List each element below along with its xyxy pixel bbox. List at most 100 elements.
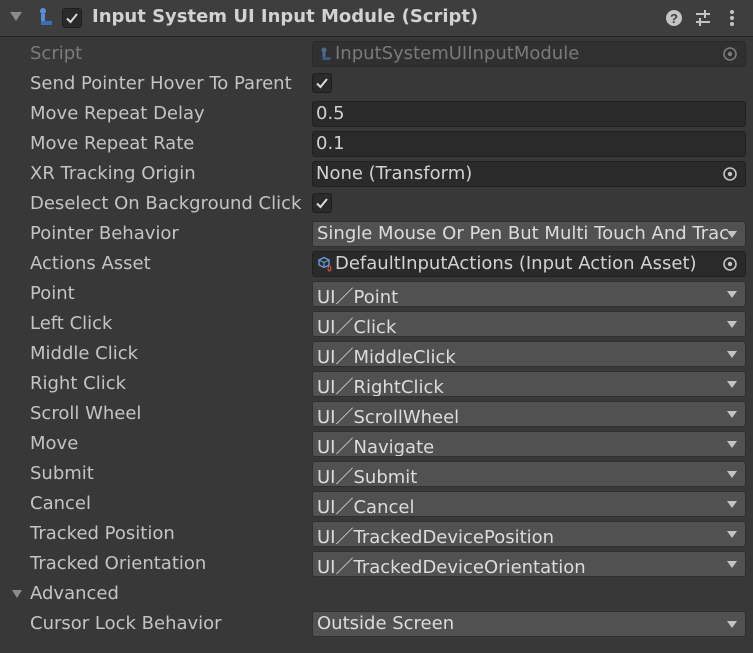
component-title: Input System UI Input Module (Script) bbox=[92, 6, 479, 27]
row-scroll-wheel: Scroll Wheel UI／ScrollWheel bbox=[0, 399, 753, 429]
cursor-lock-behavior-dropdown[interactable]: Outside Screen bbox=[312, 611, 746, 637]
presets-icon[interactable] bbox=[693, 8, 713, 28]
foldout-arrow-icon[interactable] bbox=[10, 12, 22, 21]
chevron-down-icon bbox=[727, 321, 737, 328]
checkmark-icon bbox=[66, 13, 78, 24]
actions-asset-label: Actions Asset bbox=[30, 253, 151, 274]
pointer-behavior-value: Single Mouse Or Pen But Multi Touch And … bbox=[317, 223, 729, 244]
script-label: Script bbox=[30, 43, 83, 64]
advanced-foldout[interactable]: Advanced bbox=[0, 579, 753, 609]
row-send-pointer-hover: Send Pointer Hover To Parent bbox=[0, 69, 753, 99]
move-repeat-delay-value: 0.5 bbox=[316, 103, 345, 124]
script-field: InputSystemUIInputModule bbox=[312, 41, 746, 67]
chevron-down-icon bbox=[727, 441, 737, 448]
xr-tracking-origin-value: None (Transform) bbox=[316, 163, 473, 184]
tracked-orientation-dropdown[interactable]: UI／TrackedDeviceOrientation bbox=[312, 551, 746, 577]
row-move: Move UI／Navigate bbox=[0, 429, 753, 459]
row-deselect-on-background-click: Deselect On Background Click bbox=[0, 189, 753, 219]
submit-value: UI／Submit bbox=[317, 467, 418, 487]
row-pointer-behavior: Pointer Behavior Single Mouse Or Pen But… bbox=[0, 219, 753, 249]
row-tracked-orientation: Tracked Orientation UI／TrackedDeviceOrie… bbox=[0, 549, 753, 579]
move-repeat-rate-input[interactable]: 0.1 bbox=[312, 131, 746, 157]
row-left-click: Left Click UI／Click bbox=[0, 309, 753, 339]
right-click-dropdown[interactable]: UI／RightClick bbox=[312, 371, 746, 397]
checkmark-icon bbox=[316, 198, 328, 209]
chevron-down-icon bbox=[727, 561, 737, 568]
script-icon bbox=[321, 47, 331, 60]
row-move-repeat-delay: Move Repeat Delay 0.5 bbox=[0, 99, 753, 129]
row-cursor-lock-behavior: Cursor Lock Behavior Outside Screen bbox=[0, 609, 753, 639]
script-value: InputSystemUIInputModule bbox=[335, 43, 580, 64]
row-tracked-position: Tracked Position UI／TrackedDevicePositio… bbox=[0, 519, 753, 549]
component-header: Input System UI Input Module (Script) ? bbox=[0, 0, 753, 37]
right-click-value: UI／RightClick bbox=[317, 377, 444, 397]
object-picker-icon[interactable] bbox=[721, 165, 739, 183]
cancel-value: UI／Cancel bbox=[317, 497, 415, 517]
cursor-lock-behavior-label: Cursor Lock Behavior bbox=[30, 613, 222, 634]
scroll-wheel-value: UI／ScrollWheel bbox=[317, 407, 460, 427]
move-label: Move bbox=[30, 433, 79, 454]
object-picker-icon[interactable] bbox=[721, 255, 739, 273]
script-icon bbox=[40, 8, 52, 25]
pointer-behavior-label: Pointer Behavior bbox=[30, 223, 179, 244]
point-dropdown[interactable]: UI／Point bbox=[312, 281, 746, 307]
send-pointer-hover-checkbox[interactable] bbox=[312, 73, 332, 93]
row-actions-asset: Actions Asset 0 DefaultInputActions (Inp… bbox=[0, 249, 753, 279]
chevron-down-icon bbox=[727, 291, 737, 298]
tracked-position-label: Tracked Position bbox=[30, 523, 175, 544]
move-repeat-rate-label: Move Repeat Rate bbox=[30, 133, 195, 154]
foldout-arrow-icon[interactable] bbox=[12, 590, 22, 598]
row-xr-tracking-origin: XR Tracking Origin None (Transform) bbox=[0, 159, 753, 189]
advanced-label[interactable]: Advanced bbox=[30, 583, 119, 604]
middle-click-value: UI／MiddleClick bbox=[317, 347, 456, 367]
component-enabled-checkbox[interactable] bbox=[62, 8, 82, 28]
send-pointer-hover-label: Send Pointer Hover To Parent bbox=[30, 73, 292, 94]
cursor-lock-behavior-value: Outside Screen bbox=[317, 613, 455, 634]
actions-asset-value: DefaultInputActions (Input Action Asset) bbox=[335, 253, 697, 274]
middle-click-dropdown[interactable]: UI／MiddleClick bbox=[312, 341, 746, 367]
tracked-position-value: UI／TrackedDevicePosition bbox=[317, 527, 555, 547]
move-dropdown[interactable]: UI／Navigate bbox=[312, 431, 746, 457]
tracked-orientation-value: UI／TrackedDeviceOrientation bbox=[317, 557, 586, 577]
chevron-down-icon bbox=[727, 531, 737, 538]
checkmark-icon bbox=[316, 78, 328, 89]
more-options-icon[interactable] bbox=[722, 8, 742, 28]
chevron-down-icon bbox=[727, 471, 737, 478]
object-picker-icon[interactable] bbox=[721, 45, 739, 63]
chevron-down-icon bbox=[727, 501, 737, 508]
row-point: Point UI／Point bbox=[0, 279, 753, 309]
row-cancel: Cancel UI／Cancel bbox=[0, 489, 753, 519]
pointer-behavior-dropdown[interactable]: Single Mouse Or Pen But Multi Touch And … bbox=[312, 221, 746, 247]
chevron-down-icon bbox=[727, 621, 737, 628]
left-click-dropdown[interactable]: UI／Click bbox=[312, 311, 746, 337]
left-click-label: Left Click bbox=[30, 313, 113, 334]
move-repeat-rate-value: 0.1 bbox=[316, 133, 345, 154]
cancel-label: Cancel bbox=[30, 493, 91, 514]
xr-tracking-origin-label: XR Tracking Origin bbox=[30, 163, 196, 184]
left-click-value: UI／Click bbox=[317, 317, 397, 337]
deselect-on-background-click-checkbox[interactable] bbox=[312, 193, 332, 213]
point-value: UI／Point bbox=[317, 287, 399, 307]
submit-label: Submit bbox=[30, 463, 94, 484]
scroll-wheel-label: Scroll Wheel bbox=[30, 403, 142, 424]
submit-dropdown[interactable]: UI／Submit bbox=[312, 461, 746, 487]
move-value: UI／Navigate bbox=[317, 437, 435, 457]
row-submit: Submit UI／Submit bbox=[0, 459, 753, 489]
tracked-position-dropdown[interactable]: UI／TrackedDevicePosition bbox=[312, 521, 746, 547]
tracked-orientation-label: Tracked Orientation bbox=[30, 553, 207, 574]
actions-asset-field[interactable]: 0 DefaultInputActions (Input Action Asse… bbox=[312, 251, 746, 277]
scroll-wheel-dropdown[interactable]: UI／ScrollWheel bbox=[312, 401, 746, 427]
row-middle-click: Middle Click UI／MiddleClick bbox=[0, 339, 753, 369]
chevron-down-icon bbox=[727, 231, 737, 238]
svg-text:?: ? bbox=[670, 11, 678, 26]
right-click-label: Right Click bbox=[30, 373, 127, 394]
help-icon[interactable]: ? bbox=[664, 8, 684, 28]
move-repeat-delay-label: Move Repeat Delay bbox=[30, 103, 205, 124]
svg-text:0: 0 bbox=[327, 265, 332, 273]
row-right-click: Right Click UI／RightClick bbox=[0, 369, 753, 399]
move-repeat-delay-input[interactable]: 0.5 bbox=[312, 101, 746, 127]
cancel-dropdown[interactable]: UI／Cancel bbox=[312, 491, 746, 517]
chevron-down-icon bbox=[727, 351, 737, 358]
xr-tracking-origin-field[interactable]: None (Transform) bbox=[312, 161, 746, 187]
chevron-down-icon bbox=[727, 381, 737, 388]
